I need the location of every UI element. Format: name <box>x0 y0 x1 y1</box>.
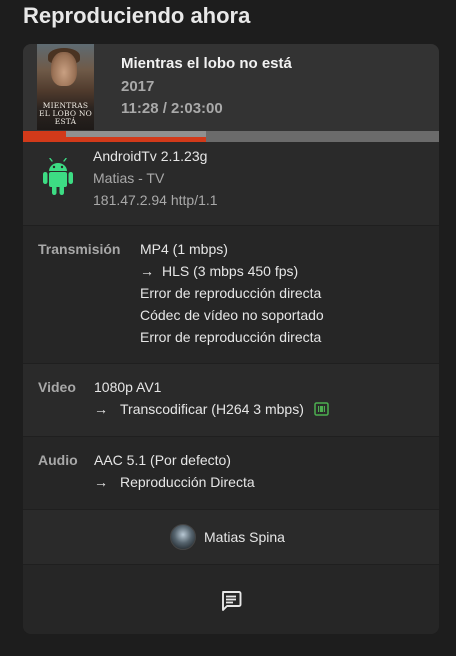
transmission-reason: Códec de vídeo no soportado <box>140 307 324 323</box>
transmission-label: Transmisión <box>38 241 121 257</box>
device-address: 181.47.2.94 http/1.1 <box>93 192 218 208</box>
arrow-right-icon: → <box>140 263 154 279</box>
message-icon[interactable] <box>219 589 243 613</box>
user-section[interactable]: Matias Spina <box>23 509 439 564</box>
video-section: Video 1080p AV1 → Transcodificar (H264 3 … <box>23 363 439 436</box>
transmission-reason: Error de reproducción directa <box>140 329 322 345</box>
video-target-text: Transcodificar (H264 3 mbps) <box>120 401 304 417</box>
poster-title: MIENTRAS EL LOBO NO ESTÁ <box>37 102 94 126</box>
hardware-accel-icon <box>314 402 329 416</box>
page-title: Reproduciendo ahora <box>23 3 251 28</box>
avatar <box>170 524 196 550</box>
actions-section <box>23 564 439 634</box>
audio-label: Audio <box>38 452 78 468</box>
movie-title[interactable]: Mientras el lobo no está <box>121 55 292 72</box>
video-target: → Transcodificar (H264 3 mbps) <box>94 401 329 417</box>
video-source: 1080p AV1 <box>94 379 162 395</box>
transmission-source: MP4 (1 mbps) <box>140 241 228 257</box>
audio-section: Audio AAC 5.1 (Por defecto) → Reproducció… <box>23 436 439 509</box>
audio-source: AAC 5.1 (Por defecto) <box>94 452 231 468</box>
audio-target-text: Reproducción Directa <box>120 474 255 490</box>
arrow-right-icon: → <box>94 401 108 417</box>
movie-poster[interactable]: MIENTRAS EL LOBO NO ESTÁ <box>37 44 94 130</box>
video-label: Video <box>38 379 76 395</box>
media-header: MIENTRAS EL LOBO NO ESTÁ Mientras el lob… <box>23 44 439 131</box>
android-icon <box>43 158 73 195</box>
device-section: AndroidTv 2.1.23g Matias - TV 181.47.2.9… <box>23 142 439 225</box>
playback-time: 11:28 / 2:03:00 <box>121 100 223 117</box>
now-playing-card: MIENTRAS EL LOBO NO ESTÁ Mientras el lob… <box>23 44 439 634</box>
transmission-section: Transmisión MP4 (1 mbps) → HLS (3 mbps 45… <box>23 225 439 363</box>
poster-title-line2: EL LOBO NO ESTÁ <box>39 109 92 126</box>
device-client: AndroidTv 2.1.23g <box>93 148 208 164</box>
poster-figure-face <box>51 52 77 86</box>
transmission-target-text: HLS (3 mbps 450 fps) <box>162 263 299 279</box>
user-name[interactable]: Matias Spina <box>204 529 285 545</box>
playback-progress-bar <box>23 131 439 142</box>
device-name: Matias - TV <box>93 170 165 186</box>
audio-target: → Reproducción Directa <box>94 474 255 490</box>
arrow-right-icon: → <box>94 474 108 490</box>
movie-year: 2017 <box>121 78 155 95</box>
transmission-reason: Error de reproducción directa <box>140 285 322 301</box>
transmission-target: → HLS (3 mbps 450 fps) <box>140 263 298 279</box>
